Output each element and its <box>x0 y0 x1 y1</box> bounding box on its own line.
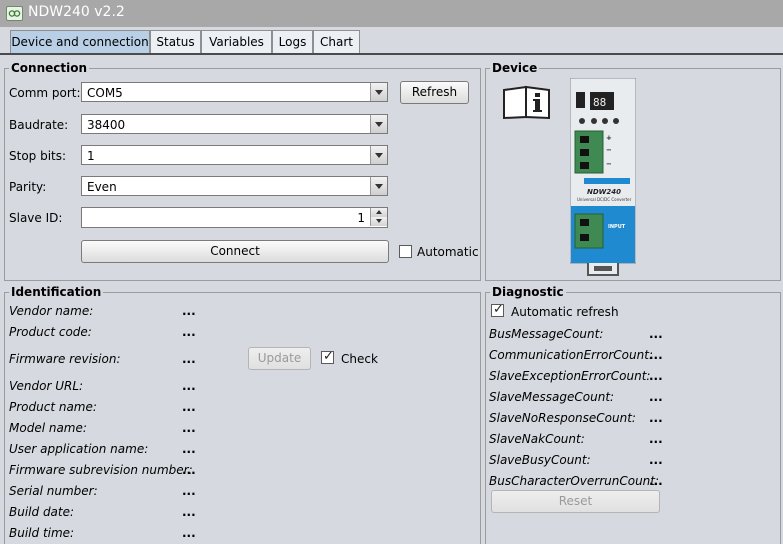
stop-bits-value: 1 <box>87 149 95 163</box>
device-title: Device <box>490 61 540 75</box>
product-code-label: Product code: <box>9 325 92 339</box>
chevron-down-icon[interactable] <box>370 83 387 101</box>
comm-port-value: COM5 <box>87 86 123 100</box>
svg-text:Universal DC/DC Converter: Universal DC/DC Converter <box>577 197 632 202</box>
automatic-checkbox[interactable] <box>399 245 412 258</box>
slave-exception-error-count-label: SlaveExceptionErrorCount: <box>489 369 651 383</box>
bus-message-count-value: ... <box>649 327 663 341</box>
baudrate-value: 38400 <box>87 118 126 132</box>
window-titlebar: NDW240 v2.2 <box>0 0 783 27</box>
firmware-revision-label: Firmware revision: <box>9 352 121 366</box>
stop-bits-select[interactable]: 1 <box>81 145 388 165</box>
diagnostic-title: Diagnostic <box>490 285 566 299</box>
spinner-down-icon[interactable] <box>370 217 387 226</box>
slave-message-count-value: ... <box>649 390 663 404</box>
connect-button[interactable]: Connect <box>81 240 389 263</box>
vendor-url-label: Vendor URL: <box>9 379 84 393</box>
tab-divider <box>0 53 783 55</box>
comm-port-label: Comm port: <box>9 86 81 100</box>
parity-label: Parity: <box>9 180 47 194</box>
product-name-value: ... <box>182 400 196 414</box>
window-title: NDW240 v2.2 <box>28 4 125 20</box>
vendor-url-value: ... <box>182 379 196 393</box>
serial-number-value: ... <box>182 484 196 498</box>
slave-nak-count-value: ... <box>649 432 663 446</box>
slave-nak-count-label: SlaveNakCount: <box>489 432 585 446</box>
app-icon <box>6 6 23 21</box>
communication-error-count-value: ... <box>649 348 663 362</box>
tab-variables[interactable]: Variables <box>201 30 272 53</box>
parity-value: Even <box>87 180 117 194</box>
svg-text:−: − <box>606 160 612 168</box>
chevron-down-icon[interactable] <box>370 115 387 133</box>
identification-title: Identification <box>9 285 104 299</box>
model-name-label: Model name: <box>9 421 87 435</box>
build-date-value: ... <box>182 505 196 519</box>
baudrate-select[interactable]: 38400 <box>81 114 388 134</box>
firmware-revision-value: ... <box>182 352 196 366</box>
svg-text:INPUT: INPUT <box>608 224 626 230</box>
device-image: 88 + − − NDW240 Universal DC/DC Converte… <box>570 78 636 276</box>
chevron-down-icon[interactable] <box>370 146 387 164</box>
reset-button[interactable]: Reset <box>491 490 660 513</box>
product-code-value: ... <box>182 325 196 339</box>
bus-character-overrun-count-value: ... <box>649 474 663 488</box>
vendor-name-value: ... <box>182 304 196 318</box>
slave-id-spinner[interactable]: 1 <box>81 207 388 228</box>
slave-no-response-count-label: SlaveNoResponseCount: <box>489 411 636 425</box>
serial-number-label: Serial number: <box>9 484 98 498</box>
build-date-label: Build date: <box>9 505 75 519</box>
bus-message-count-label: BusMessageCount: <box>489 327 604 341</box>
svg-text:−: − <box>606 146 612 154</box>
connection-title: Connection <box>9 61 90 75</box>
slave-exception-error-count-value: ... <box>649 369 663 383</box>
chevron-down-icon[interactable] <box>370 177 387 195</box>
bus-character-overrun-count-label: BusCharacterOverrunCount: <box>489 474 660 488</box>
svg-text:NDW240: NDW240 <box>587 188 621 196</box>
communication-error-count-label: CommunicationErrorCount: <box>489 348 653 362</box>
update-button[interactable]: Update <box>248 347 311 370</box>
tab-device-and-connection[interactable]: Device and connection <box>10 30 150 54</box>
slave-no-response-count-value: ... <box>649 411 663 425</box>
parity-select[interactable]: Even <box>81 176 388 196</box>
refresh-button[interactable]: Refresh <box>400 81 469 104</box>
automatic-refresh-checkbox[interactable]: ✓ <box>491 302 504 317</box>
tab-chart[interactable]: Chart <box>313 30 360 53</box>
tab-status[interactable]: Status <box>150 30 201 53</box>
automatic-refresh-label: Automatic refresh <box>511 305 619 319</box>
svg-text:88: 88 <box>593 96 606 109</box>
product-name-label: Product name: <box>9 400 97 414</box>
build-time-label: Build time: <box>9 526 75 540</box>
user-application-name-value: ... <box>182 442 196 456</box>
build-time-value: ... <box>182 526 196 540</box>
firmware-subrevision-label: Firmware subrevision number: <box>9 463 193 477</box>
comm-port-select[interactable]: COM5 <box>81 82 388 102</box>
slave-id-value[interactable]: 1 <box>357 211 365 225</box>
firmware-subrevision-value: ... <box>182 463 196 477</box>
svg-text:+: + <box>606 134 612 142</box>
model-name-value: ... <box>182 421 196 435</box>
slave-message-count-label: SlaveMessageCount: <box>489 390 615 404</box>
check-checkbox[interactable]: ✓ <box>321 349 334 364</box>
slave-id-label: Slave ID: <box>9 211 63 225</box>
slave-busy-count-label: SlaveBusyCount: <box>489 453 591 467</box>
checkmark-icon: ✓ <box>493 302 504 317</box>
manual-info-icon[interactable] <box>502 84 552 120</box>
checkmark-icon: ✓ <box>323 349 334 364</box>
baudrate-label: Baudrate: <box>9 118 69 132</box>
tab-logs[interactable]: Logs <box>272 30 313 53</box>
check-label: Check <box>341 352 378 366</box>
automatic-label: Automatic <box>417 245 479 259</box>
slave-busy-count-value: ... <box>649 453 663 467</box>
user-application-name-label: User application name: <box>9 442 149 456</box>
stop-bits-label: Stop bits: <box>9 149 67 163</box>
vendor-name-label: Vendor name: <box>9 304 94 318</box>
